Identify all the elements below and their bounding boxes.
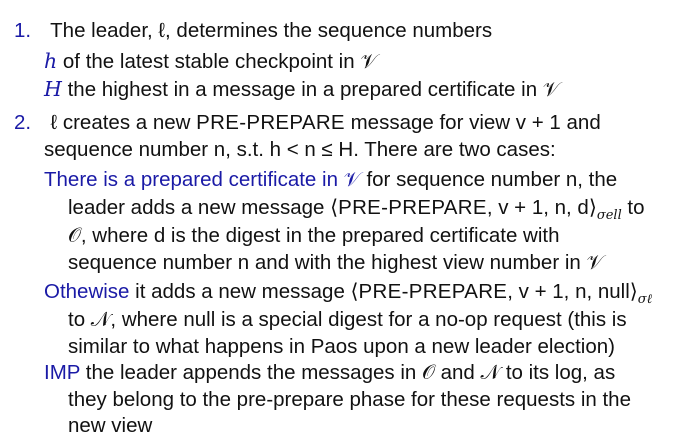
imp-line-3: new view <box>68 414 152 438</box>
imp-l3: new view <box>68 414 153 437</box>
item-1-sub-h-text: of the latest stable checkpoint in 𝒱 <box>62 50 378 73</box>
case-2-line-3: similar to what happens in Paos upon a n… <box>68 335 615 359</box>
imp-line-1: IMP the leader appends the messages in 𝒪… <box>44 361 615 385</box>
case-2-l1-b: , v + 1, n, null⟩ <box>507 280 638 303</box>
case-2-term: Othewise <box>44 280 130 303</box>
item-1-line-1: 1. The leader, ℓ, determines the sequenc… <box>14 19 492 43</box>
item-2-line-2: sequence number n, s.t. h < n ≤ H. There… <box>44 138 556 162</box>
imp-l2: they belong to the pre-prepare phase for… <box>68 388 631 411</box>
case-2-l1-sc: PRE-PREPARE <box>358 280 508 303</box>
item-2-line1-a: ℓ creates a new <box>50 111 197 134</box>
case-1-l4: sequence number n and with the highest v… <box>68 251 604 274</box>
case-2-line-2: to 𝒩, where null is a special digest for… <box>68 308 627 332</box>
case-1-line-3: 𝒪, where d is the digest in the prepared… <box>68 224 560 248</box>
case-1-l2-sub: σell <box>596 208 622 223</box>
item-2-line1-sc: PRE-PREPARE <box>196 111 345 134</box>
imp-term: IMP <box>44 361 81 384</box>
item-2-line-1: 2. ℓ creates a new PRE-PREPARE message f… <box>14 111 601 135</box>
item-1-number: 1. <box>14 19 32 42</box>
case-1-line-4: sequence number n and with the highest v… <box>68 251 604 275</box>
slide: 1. The leader, ℓ, determines the sequenc… <box>0 0 681 441</box>
case-1-term: There is a prepared certificate in 𝒱 <box>44 168 361 191</box>
imp-l1: the leader appends the messages in 𝒪 and… <box>80 361 616 384</box>
item-2-line2: sequence number n, s.t. h < n ≤ H. There… <box>44 138 556 161</box>
item-1-sub-H-term: H <box>44 77 62 101</box>
item-1-text: The leader, ℓ, determines the sequence n… <box>50 19 493 42</box>
item-2-line1-b: message for view v + 1 and <box>344 111 601 134</box>
case-2-l3: similar to what happens in Paos upon a n… <box>68 335 615 358</box>
case-1-line-1: There is a prepared certificate in 𝒱 for… <box>44 168 617 192</box>
imp-line-2: they belong to the pre-prepare phase for… <box>68 388 631 412</box>
case-1-l2-b: , v + 1, n, d⟩ <box>486 196 597 219</box>
case-1-l2-c: to <box>621 196 645 219</box>
case-1-l2-a: leader adds a new message ⟨ <box>68 196 339 219</box>
item-1-sub-h: h of the latest stable checkpoint in 𝒱 <box>44 49 377 74</box>
item-1-sub-H-text: the highest in a message in a prepared c… <box>67 78 560 101</box>
item-2-number: 2. <box>14 111 32 134</box>
case-1-l3: 𝒪, where d is the digest in the prepared… <box>68 224 560 247</box>
case-1-rest: for sequence number n, the <box>360 168 618 191</box>
case-2-l2: to 𝒩, where null is a special digest for… <box>68 308 627 331</box>
item-1-sub-H: H the highest in a message in a prepared… <box>44 77 560 102</box>
case-2-l1-sub: σℓ <box>637 292 653 307</box>
case-1-l2-sc: PRE-PREPARE <box>338 196 487 219</box>
item-1-sub-h-term: h <box>44 49 58 73</box>
case-2-l1-a: it adds a new message ⟨ <box>129 280 359 303</box>
